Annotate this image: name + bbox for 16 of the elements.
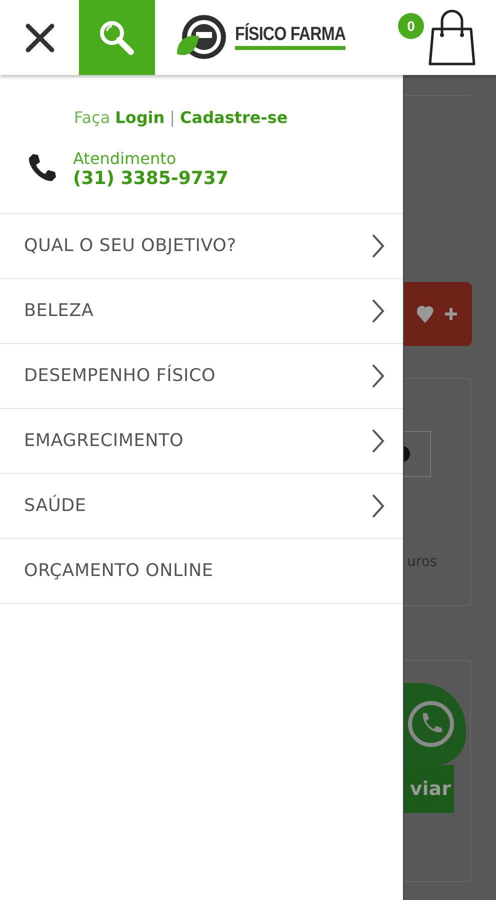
- quantity-field: [404, 431, 431, 477]
- cart-count-badge: 0: [398, 13, 424, 39]
- logo-text: FÍSICO FARMA: [235, 25, 346, 50]
- signup-link[interactable]: Cadastre-se: [180, 108, 288, 127]
- phone-icon: [26, 152, 58, 184]
- heart-plus-icon: [417, 303, 459, 325]
- logo[interactable]: FÍSICO FARMA: [173, 0, 366, 75]
- phone-number[interactable]: (31) 3385-9737: [73, 169, 228, 189]
- login-prompt: Faça: [74, 108, 110, 127]
- chat-phone-icon: [405, 698, 457, 750]
- shopping-bag-icon: [428, 8, 476, 66]
- send-button: viar: [404, 765, 454, 813]
- support-label: Atendimento: [73, 149, 178, 169]
- login-link[interactable]: Login: [115, 108, 165, 127]
- close-icon: [24, 22, 54, 52]
- separator: |: [170, 108, 176, 127]
